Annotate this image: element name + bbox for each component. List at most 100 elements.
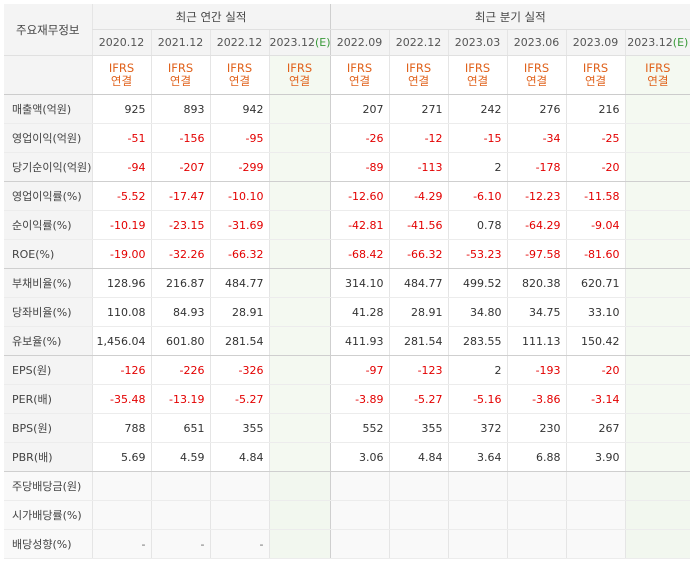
table-cell: -20 [565,355,626,385]
table-cell: -178 [506,152,567,182]
table-cell: -17.47 [150,181,210,211]
ifrs-basis-label: IFRS 연결 [91,55,151,95]
table-cell: -3.14 [565,384,626,414]
table-cell: -26 [329,123,390,153]
table-cell [624,123,691,153]
table-cell: 355 [209,413,269,443]
row-label: 주당배당금(원) [4,471,92,501]
table-cell: 28.91 [388,297,449,327]
row-label: 영업이익률(%) [4,181,92,211]
table-cell: -20 [565,152,626,182]
table-row: BPS(원) 788 651 355 552 355 372 230 267 [4,413,691,443]
table-cell [624,94,691,124]
basis-line2: 연결 [584,74,607,88]
table-cell: -11.58 [565,181,626,211]
table-cell: -226 [150,355,210,385]
table-cell: 3.64 [447,442,508,472]
table-cell [268,413,331,443]
table-row: 유보율(%) 1,456.04 601.80 281.54 411.93 281.54 28… [4,326,691,356]
row-label: 당좌비율(%) [4,297,92,327]
table-cell: -10.19 [91,210,151,240]
table-cell: -15 [447,123,508,153]
table-cell [388,471,449,501]
table-cell: 411.93 [329,326,390,356]
ifrs-basis-label: IFRS 연결 [209,55,269,95]
table-cell: -5.27 [388,384,449,414]
table-cell [624,326,691,356]
table-cell: -53.23 [447,239,508,269]
table-cell: - [91,529,151,559]
ifrs-basis-label: IFRS 연결 [150,55,210,95]
table-cell [624,529,691,559]
table-cell [268,297,331,327]
corner-label: 주요재무정보 [4,4,92,56]
row-label: 배당성향(%) [4,529,92,559]
period-label: 2023.12 [627,36,673,49]
table-cell: -3.86 [506,384,567,414]
table-cell: -5.27 [209,384,269,414]
table-cell: -89 [329,152,390,182]
table-cell [268,94,331,124]
table-cell: -12 [388,123,449,153]
table-cell [150,500,210,530]
table-row: 당기순이익(억원) -94 -207 -299 -89 -113 2 -178 -20 [4,152,691,182]
table-cell: 484.77 [209,268,269,298]
table-cell: 651 [150,413,210,443]
basis-line2: 연결 [407,74,430,88]
table-cell [506,529,567,559]
table-cell [624,413,691,443]
table-cell: 216 [565,94,626,124]
table-cell [624,152,691,182]
ifrs-basis-label: IFRS 연결 [565,55,626,95]
row-label: ROE(%) [4,239,92,269]
basis-line2: 연결 [647,74,669,88]
table-cell: 942 [209,94,269,124]
table-cell: 271 [388,94,449,124]
table-cell [624,355,691,385]
table-row: 배당성향(%) - - - [4,529,691,559]
table-cell [447,529,508,559]
row-label: 당기순이익(억원) [4,152,92,182]
table-cell [624,384,691,414]
table-cell: 5.69 [91,442,151,472]
basis-line2: 연결 [169,74,192,88]
table-cell [268,181,331,211]
basis-line2: 연결 [228,74,251,88]
table-cell: 620.71 [565,268,626,298]
table-cell: -326 [209,355,269,385]
table-cell: -13.19 [150,384,210,414]
table-cell [209,471,269,501]
estimate-mark: (E) [672,36,689,49]
table-cell: -32.26 [150,239,210,269]
table-row: 영업이익률(%) -5.52 -17.47 -10.10 -12.60 -4.29 -6.1… [4,181,691,211]
table-cell: -4.29 [388,181,449,211]
table-cell: -66.32 [209,239,269,269]
table-cell [447,471,508,501]
table-cell: 34.75 [506,297,567,327]
table-cell: -126 [91,355,151,385]
row-label: 순이익률(%) [4,210,92,240]
row-label: PBR(배) [4,442,92,472]
table-row: 당좌비율(%) 110.08 84.93 28.91 41.28 28.91 34.80 34… [4,297,691,327]
table-cell: -66.32 [388,239,449,269]
row-label: PER(배) [4,384,92,414]
table-cell [268,152,331,182]
table-cell [565,500,626,530]
table-cell [150,471,210,501]
table-cell [624,500,691,530]
table-cell: 3.90 [565,442,626,472]
table-cell [624,442,691,472]
table-cell [624,471,691,501]
table-cell: 925 [91,94,151,124]
table-cell: 267 [565,413,626,443]
group-annual-header: 최근 연간 실적 [91,4,331,30]
ifrs-basis-label: IFRS 연결 [447,55,508,95]
table-cell [624,268,691,298]
table-cell: 41.28 [329,297,390,327]
table-cell: 111.13 [506,326,567,356]
table-cell: -64.29 [506,210,567,240]
table-cell: -68.42 [329,239,390,269]
table-cell [268,123,331,153]
table-cell: -34 [506,123,567,153]
table-cell [624,239,691,269]
